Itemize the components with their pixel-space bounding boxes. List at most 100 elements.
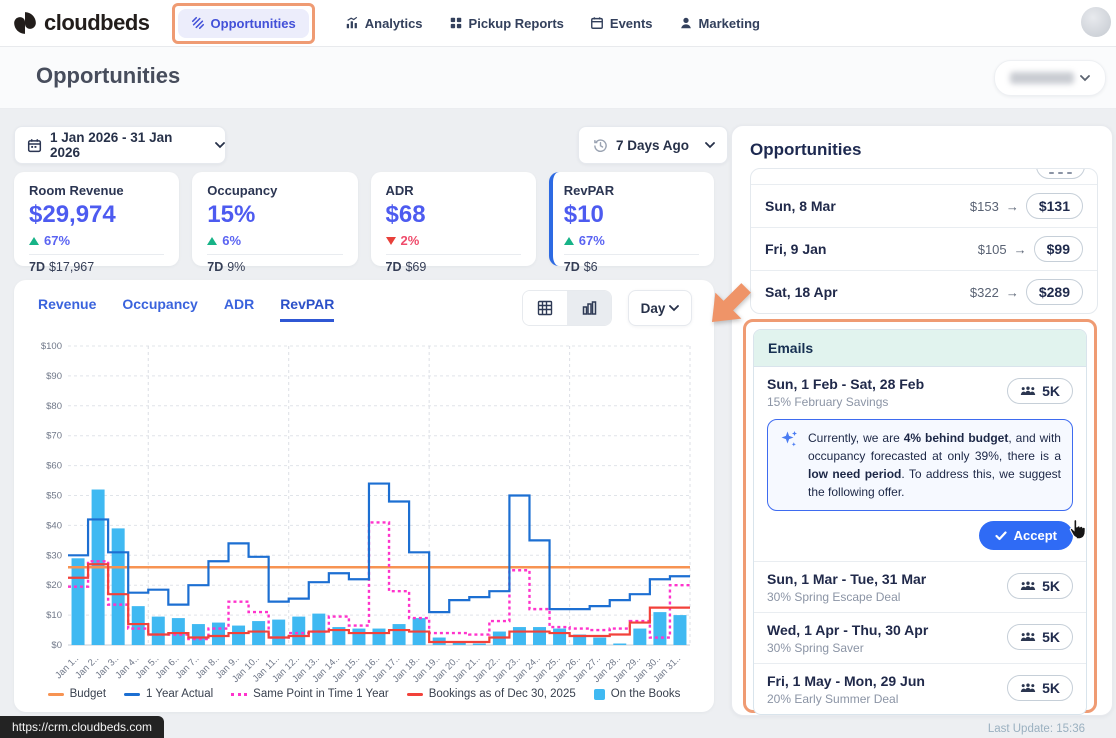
last-update-label: Last Update: 15:36 [753, 723, 1087, 735]
opportunity-row[interactable]: Sat, 18 Apr $322 → $289 [751, 270, 1097, 313]
legend-label: Bookings as of Dec 30, 2025 [429, 688, 576, 700]
tab-revpar[interactable]: RevPAR [280, 296, 334, 322]
legend-item: Same Point in Time 1 Year [231, 688, 389, 700]
kpi-cards: Room Revenue $29,974 67% 7D$17,967 Occup… [14, 172, 714, 266]
accept-button[interactable]: Accept [979, 521, 1073, 550]
delta-up-icon [29, 237, 39, 245]
events-icon [590, 16, 604, 30]
date-range-label: 1 Jan 2026 - 31 Jan 2026 [50, 130, 199, 160]
audience-pill[interactable]: 5K [1007, 624, 1073, 650]
delta-up-icon [207, 237, 217, 245]
annotation-box-nav: Opportunities [172, 3, 315, 44]
ai-sparkle-icon [779, 429, 799, 501]
nav-item-marketing[interactable]: Marketing [679, 16, 760, 31]
opportunities-icon [191, 16, 205, 30]
nav-item-pickup-reports[interactable]: Pickup Reports [449, 16, 564, 31]
nav-item-events[interactable]: Events [590, 16, 653, 31]
svg-text:$100: $100 [41, 341, 62, 352]
cloudbeds-logo[interactable]: cloudbeds [12, 10, 150, 36]
legend-swatch [594, 689, 605, 700]
delta-down-icon [386, 237, 396, 245]
audience-group-icon [1020, 581, 1036, 592]
svg-text:$40: $40 [46, 520, 62, 531]
opportunities-panel: Opportunities Sun, 8 Mar $153 → $131 Fri… [731, 125, 1113, 716]
comparison-label: 7 Days Ago [616, 138, 689, 153]
chevron-down-icon [669, 305, 679, 312]
arrow-right-icon: → [1006, 199, 1019, 214]
granularity-label: Day [641, 301, 666, 316]
cloudbeds-logo-icon [12, 10, 38, 36]
granularity-selector[interactable]: Day [628, 290, 692, 326]
legend-label: On the Books [611, 688, 681, 700]
link-preview-statusbar: https://crm.cloudbeds.com [0, 716, 164, 738]
arrow-right-icon: → [1006, 285, 1019, 300]
accept-row: Accept [754, 519, 1086, 561]
kpi-card-room-revenue[interactable]: Room Revenue $29,974 67% 7D$17,967 [14, 172, 179, 266]
legend-swatch [231, 693, 247, 696]
analytics-icon [345, 16, 359, 30]
email-row[interactable]: Sun, 1 Mar - Tue, 31 Mar 30% Spring Esca… [754, 561, 1086, 612]
emails-header: Emails [754, 330, 1086, 366]
audience-group-icon [1020, 683, 1036, 694]
mouse-cursor-hand [1066, 514, 1090, 540]
tab-adr[interactable]: ADR [224, 296, 254, 322]
chart-metric-tabs: Revenue Occupancy ADR RevPAR [38, 296, 334, 322]
comparison-period-selector[interactable]: 7 Days Ago [578, 126, 728, 164]
property-selector[interactable] [994, 60, 1106, 96]
date-range-picker[interactable]: 1 Jan 2026 - 31 Jan 2026 [14, 126, 226, 164]
nav-item-opportunities[interactable]: Opportunities [178, 9, 309, 38]
calendar-icon [27, 138, 42, 153]
audience-pill[interactable]: 5K [1007, 573, 1073, 599]
annotation-box-emails: Emails Sun, 1 Feb - Sat, 28 Feb 15% Febr… [743, 319, 1097, 713]
svg-text:$10: $10 [46, 610, 62, 621]
suggested-price-pill[interactable]: $131 [1026, 193, 1083, 219]
legend-item: Bookings as of Dec 30, 2025 [407, 688, 576, 700]
svg-text:$80: $80 [46, 401, 62, 412]
svg-text:$60: $60 [46, 461, 62, 472]
opportunities-list: Sun, 8 Mar $153 → $131 Fri, 9 Jan $105 →… [750, 168, 1098, 314]
opportunity-row-truncated[interactable] [751, 169, 1097, 184]
opportunity-row[interactable]: Sun, 8 Mar $153 → $131 [751, 184, 1097, 227]
opportunity-row[interactable]: Fri, 9 Jan $105 → $99 [751, 227, 1097, 270]
panel-title: Opportunities [750, 140, 861, 160]
pickup-reports-icon [449, 16, 463, 30]
link-preview-url: https://crm.cloudbeds.com [12, 720, 152, 734]
kpi-card-revpar[interactable]: RevPAR $10 67% 7D$6 [549, 172, 714, 266]
ai-suggestion-box: Currently, we are 4% behind budget, and … [767, 419, 1073, 511]
chart-legend: Budget1 Year ActualSame Point in Time 1 … [14, 688, 714, 700]
audience-pill[interactable]: 5K [1007, 378, 1073, 404]
redacted-property-name [1010, 72, 1074, 84]
svg-text:$30: $30 [46, 550, 62, 561]
tab-revenue[interactable]: Revenue [38, 296, 96, 322]
audience-pill[interactable]: 5K [1007, 675, 1073, 701]
legend-swatch [407, 693, 423, 696]
email-row[interactable]: Fri, 1 May - Mon, 29 Jun 20% Early Summe… [754, 663, 1086, 714]
email-row[interactable]: Wed, 1 Apr - Thu, 30 Apr 30% Spring Save… [754, 612, 1086, 663]
table-view-button[interactable] [523, 291, 567, 325]
user-avatar[interactable] [1081, 7, 1111, 37]
suggested-price-pill[interactable]: $99 [1034, 236, 1083, 262]
history-clock-icon [593, 138, 608, 153]
kpi-card-occupancy[interactable]: Occupancy 15% 6% 7D9% [192, 172, 357, 266]
price-pill-truncated [1036, 169, 1085, 179]
legend-label: Same Point in Time 1 Year [253, 688, 389, 700]
legend-swatch [48, 693, 64, 696]
nav-item-analytics[interactable]: Analytics [345, 16, 423, 31]
tab-occupancy[interactable]: Occupancy [122, 296, 197, 322]
email-row[interactable]: Sun, 1 Feb - Sat, 28 Feb 15% February Sa… [754, 366, 1086, 417]
revpar-chart[interactable]: $0$10$20$30$40$50$60$70$80$90$100Jan 1..… [22, 330, 706, 690]
chart-view-button[interactable] [567, 291, 611, 325]
chart-card: Revenue Occupancy ADR RevPAR Day $0$10$2… [14, 280, 714, 712]
suggested-price-pill[interactable]: $289 [1026, 279, 1083, 305]
check-icon [995, 531, 1007, 541]
svg-text:$20: $20 [46, 580, 62, 591]
delta-up-icon [564, 237, 574, 245]
arrow-right-icon: → [1014, 242, 1027, 257]
bar-chart-icon [581, 300, 597, 316]
chart-view-toggle [522, 290, 612, 326]
audience-group-icon [1020, 632, 1036, 643]
legend-item: 1 Year Actual [124, 688, 213, 700]
kpi-card-adr[interactable]: ADR $68 2% 7D$69 [371, 172, 536, 266]
page-header: Opportunities [0, 46, 1116, 109]
annotation-arrow [698, 278, 756, 336]
